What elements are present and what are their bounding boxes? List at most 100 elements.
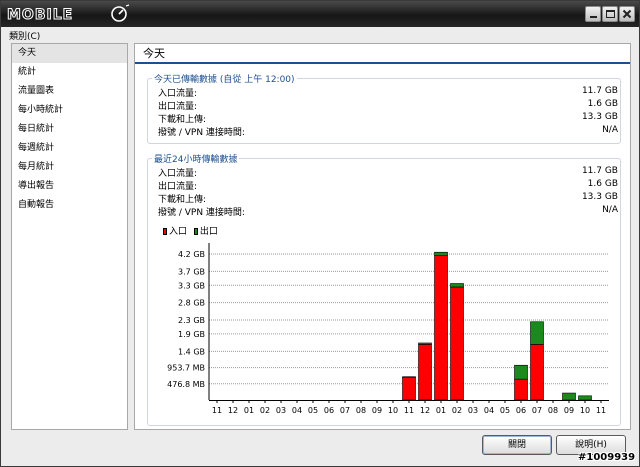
row-label: 下載和上傳:: [158, 195, 207, 205]
row-value: 1.6 GB: [587, 99, 618, 109]
bar-out: [530, 321, 544, 345]
close-icon: [622, 9, 632, 19]
bar-out: [402, 376, 416, 379]
bar-out: [418, 342, 432, 345]
bar-out: [562, 392, 576, 401]
x-tick-label: 04: [484, 406, 494, 415]
x-tick-label: 09: [564, 406, 574, 415]
bar-in: [418, 344, 432, 401]
bar-in: [450, 286, 464, 401]
bar-in: [434, 255, 448, 401]
x-tick-label: 02: [260, 406, 270, 415]
row-value: 1.6 GB: [587, 179, 618, 189]
main-panel: 今天 今天已傳輸數據 (自從 上午 12:00) 入口流量: 11.7 GB 出口…: [134, 43, 631, 430]
sidebar-item-traffic-chart[interactable]: 流量圖表: [12, 82, 127, 101]
x-tick-label: 10: [580, 406, 590, 415]
sidebar-item-weekly[interactable]: 每週統計: [12, 139, 127, 158]
sidebar-item-daily[interactable]: 每日統計: [12, 120, 127, 139]
x-tick-label: 06: [516, 406, 526, 415]
y-tick-label: 2.8 GB: [178, 299, 205, 308]
bar-out: [514, 364, 528, 380]
sidebar-item-hourly[interactable]: 每小時統計: [12, 101, 127, 120]
sidebar: 今天 統計 流量圖表 每小時統計 每日統計 每週統計 每月統計 導出報告 自動報…: [11, 43, 128, 430]
x-tick-label: 12: [420, 406, 430, 415]
last24-row-total: 下載和上傳: 13.3 GB: [158, 192, 618, 205]
legend-in-swatch: [163, 228, 167, 235]
row-value: 11.7 GB: [581, 86, 618, 96]
legend-out-swatch: [193, 228, 198, 235]
sidebar-item-today[interactable]: 今天: [12, 44, 127, 63]
bar-in: [530, 344, 544, 401]
app-logo: MOBILE: [7, 4, 130, 24]
y-tick-label: 2.3 GB: [178, 316, 205, 325]
row-label: 出口流量:: [158, 102, 198, 112]
chart-legend: 入口 出口: [163, 224, 222, 237]
x-tick-label: 04: [292, 406, 302, 415]
x-tick-label: 11: [596, 406, 606, 415]
x-tick-label: 07: [340, 406, 350, 415]
x-tick-label: 08: [548, 406, 558, 415]
minimize-button[interactable]: [585, 6, 601, 22]
sidebar-item-statistics[interactable]: 統計: [12, 63, 127, 82]
bar-out: [450, 283, 464, 288]
x-tick-label: 12: [228, 406, 238, 415]
row-label: 撥號 / VPN 連接時間:: [158, 208, 245, 218]
x-tick-label: 08: [356, 406, 366, 415]
y-tick-label: 4.2 GB: [178, 250, 205, 259]
legend-out-label: 出口: [199, 227, 218, 237]
row-value: N/A: [602, 205, 618, 215]
x-tick-label: 11: [404, 406, 414, 415]
y-tick-label: 953.7 MB: [167, 364, 205, 373]
sidebar-item-export-report[interactable]: 導出報告: [12, 177, 127, 196]
x-tick-label: 07: [532, 406, 542, 415]
row-label: 出口流量:: [158, 182, 198, 192]
row-label: 下載和上傳:: [158, 115, 207, 125]
last24-row-out: 出口流量: 1.6 GB: [158, 179, 618, 192]
title-bar[interactable]: MOBILE: [1, 1, 639, 27]
row-value: 11.7 GB: [581, 166, 618, 176]
row-label: 入口流量:: [158, 89, 198, 99]
sidebar-item-auto-report[interactable]: 自動報告: [12, 196, 127, 215]
app-window: MOBILE 類別(C) 今天 統計 流量圖表 每小時統計 每日統計 每週統計 …: [0, 0, 640, 467]
page-title: 今天: [135, 44, 630, 64]
menu-category[interactable]: 類別(C): [9, 29, 40, 42]
x-tick-label: 11: [212, 406, 222, 415]
y-tick-label: 1.9 GB: [178, 330, 205, 339]
last24-group-title: 最近24小時傳輸數據: [152, 152, 240, 165]
x-tick-label: 05: [308, 406, 318, 415]
row-value: N/A: [602, 125, 618, 135]
today-row-in: 入口流量: 11.7 GB: [158, 86, 618, 99]
bar-in: [402, 377, 416, 401]
row-label: 撥號 / VPN 連接時間:: [158, 128, 245, 138]
legend-in-label: 入口: [169, 227, 188, 237]
traffic-bar-chart: 476.8 MB 953.7 MB 1.4 GB 1.9 GB 2.3 GB 2.8 GB…: [167, 243, 609, 415]
sidebar-item-monthly[interactable]: 每月統計: [12, 158, 127, 177]
row-value: 13.3 GB: [581, 192, 618, 202]
close-window-button[interactable]: [619, 6, 635, 22]
minimize-icon: [590, 16, 597, 18]
today-transfer-group: 今天已傳輸數據 (自從 上午 12:00) 入口流量: 11.7 GB 出口流量:…: [147, 72, 621, 144]
bar-in: [514, 378, 528, 401]
row-value: 13.3 GB: [581, 112, 618, 122]
maximize-button[interactable]: [602, 6, 618, 22]
today-group-title: 今天已傳輸數據 (自從 上午 12:00): [152, 72, 297, 85]
x-tick-label: 10: [388, 406, 398, 415]
maximize-icon: [606, 10, 615, 18]
bar-out: [434, 251, 448, 256]
today-row-total: 下載和上傳: 13.3 GB: [158, 112, 618, 125]
watermark: #1009939: [578, 452, 636, 463]
last24-row-vpn: 撥號 / VPN 連接時間: N/A: [158, 205, 618, 218]
x-tick-label: 06: [324, 406, 334, 415]
last24-row-in: 入口流量: 11.7 GB: [158, 166, 618, 179]
bar-out: [578, 395, 592, 401]
today-row-out: 出口流量: 1.6 GB: [158, 99, 618, 112]
row-label: 入口流量:: [158, 169, 198, 179]
y-tick-label: 3.3 GB: [178, 281, 205, 290]
x-tick-label: 02: [452, 406, 462, 415]
x-tick-label: 09: [372, 406, 382, 415]
x-tick-label: 01: [244, 406, 254, 415]
y-tick-label: 476.8 MB: [167, 380, 205, 389]
close-button[interactable]: 關閉: [482, 435, 552, 455]
x-tick-label: 05: [500, 406, 510, 415]
svg-text:MOBILE: MOBILE: [7, 7, 73, 23]
